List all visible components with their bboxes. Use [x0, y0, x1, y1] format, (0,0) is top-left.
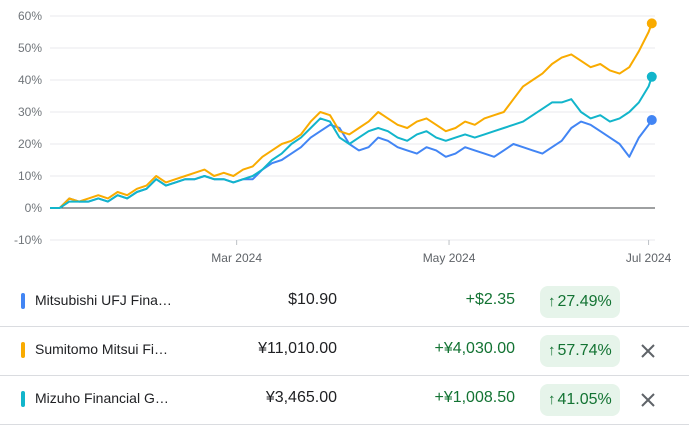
arrow-up-icon: ↑	[548, 391, 556, 408]
comparison-list: Mitsubishi UFJ Fina… $10.90 +$2.35 ↑ 27.4…	[0, 278, 689, 425]
security-name[interactable]: Mitsubishi UFJ Fina…	[35, 292, 172, 308]
series-endpoint-3	[646, 71, 657, 82]
y-tick-label: 20%	[18, 137, 42, 151]
series-endpoint-2	[646, 18, 657, 29]
percent-change-value: 41.05%	[557, 391, 612, 408]
y-tick-label: 10%	[18, 169, 42, 183]
series-endpoint-1	[646, 115, 657, 125]
security-price: ¥3,465.00	[265, 389, 337, 406]
y-tick-label: 0%	[25, 201, 43, 215]
percent-change-badge: ↑ 57.74%	[540, 335, 620, 367]
security-price: $10.90	[288, 291, 337, 308]
comparison-chart[interactable]: 60% 50% 40% 30% 20% 10% 0% -10% Mar 2024 May 202…	[0, 0, 689, 278]
price-change: +¥1,008.50	[434, 389, 515, 406]
arrow-up-icon: ↑	[548, 342, 556, 359]
chart-series	[50, 18, 657, 209]
series-line-2	[50, 23, 653, 209]
series-color-swatch	[21, 293, 25, 309]
chart-grid	[50, 15, 655, 241]
y-tick-label: 30%	[18, 105, 42, 119]
y-tick-label: 40%	[18, 73, 42, 87]
security-name[interactable]: Sumitomo Mitsui Fi…	[35, 341, 168, 357]
price-change: +$2.35	[465, 291, 515, 308]
x-axis-ticks: Mar 2024 May 2024 Jul 2024	[211, 240, 672, 265]
comparison-row-sumitomo[interactable]: Sumitomo Mitsui Fi… ¥11,010.00 +¥4,030.0…	[0, 327, 689, 376]
series-color-swatch	[21, 391, 25, 407]
percent-change-value: 27.49%	[557, 293, 612, 310]
series-color-swatch	[21, 342, 25, 358]
security-name[interactable]: Mizuho Financial G…	[35, 390, 169, 406]
close-icon[interactable]	[637, 389, 659, 411]
y-tick-label: 50%	[18, 41, 42, 55]
x-tick-label: Jul 2024	[626, 251, 672, 265]
security-price: ¥11,010.00	[258, 340, 337, 357]
x-tick-label: Mar 2024	[211, 251, 262, 265]
percent-change-badge: ↑ 41.05%	[540, 384, 620, 416]
comparison-row-mitsubishi[interactable]: Mitsubishi UFJ Fina… $10.90 +$2.35 ↑ 27.4…	[0, 278, 689, 327]
x-tick-label: May 2024	[423, 251, 476, 265]
y-axis-ticks: 60% 50% 40% 30% 20% 10% 0% -10%	[14, 9, 42, 247]
y-tick-label: 60%	[18, 9, 42, 23]
close-icon[interactable]	[637, 340, 659, 362]
comparison-row-mizuho[interactable]: Mizuho Financial G… ¥3,465.00 +¥1,008.50…	[0, 376, 689, 425]
y-tick-label: -10%	[14, 233, 42, 247]
arrow-up-icon: ↑	[548, 293, 556, 310]
percent-change-value: 57.74%	[557, 342, 612, 359]
price-change: +¥4,030.00	[434, 340, 515, 357]
percent-change-badge: ↑ 27.49%	[540, 286, 620, 318]
